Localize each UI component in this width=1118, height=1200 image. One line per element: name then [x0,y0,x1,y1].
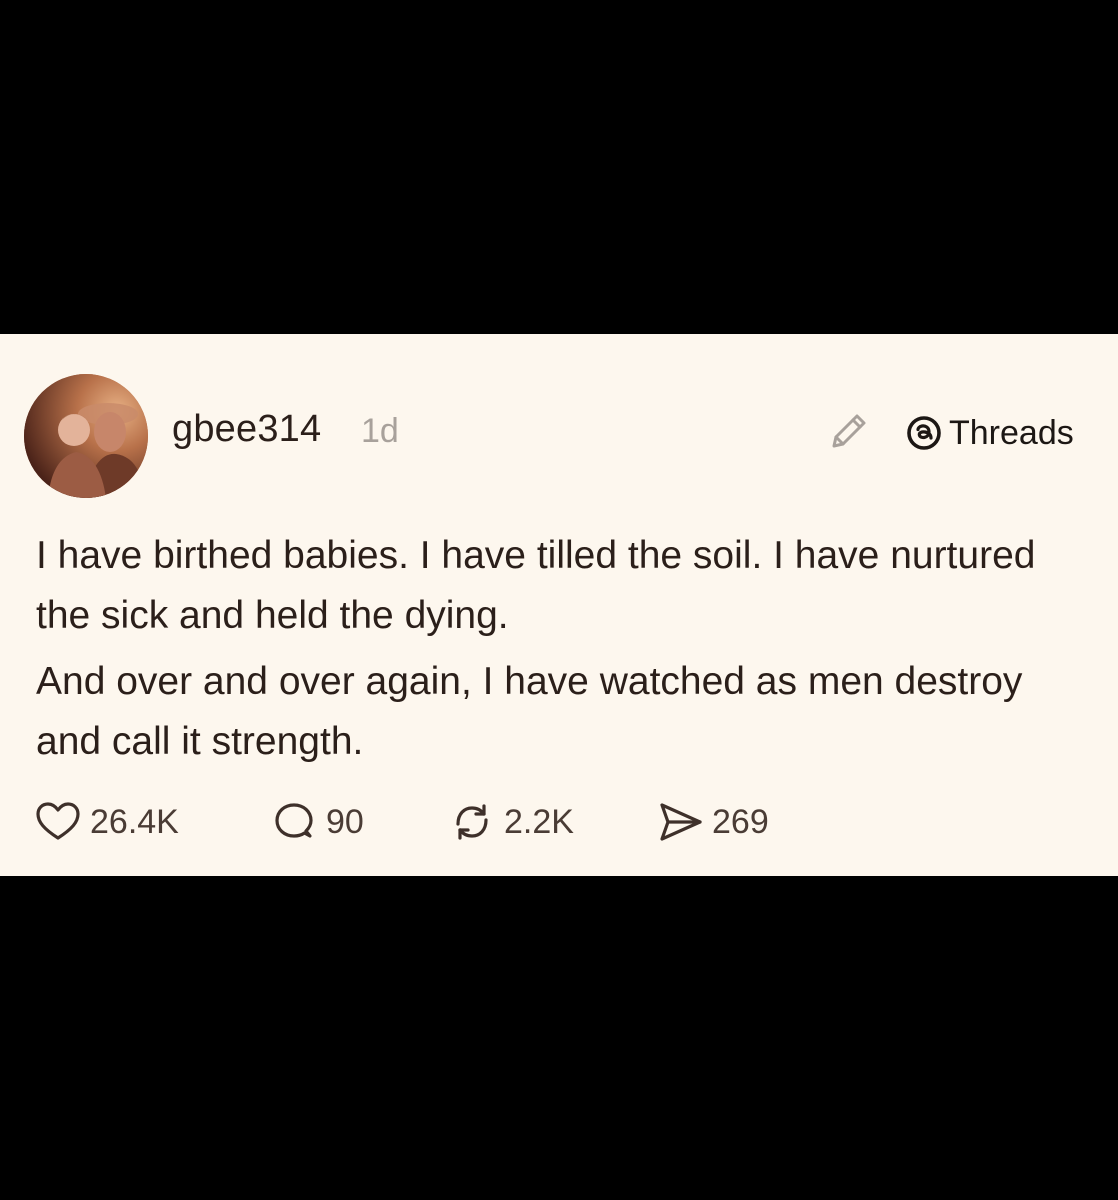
threads-post-card: gbee314 1d Threads I have birthed babies… [0,334,1118,876]
avatar-photo [24,374,148,498]
repost-icon [456,804,488,840]
post-paragraph: And over and over again, I have watched … [36,660,1023,763]
reply-count: 90 [326,802,364,841]
heart-icon [36,802,80,840]
like-button[interactable]: 26.4K [34,798,179,846]
screenshot-frame: gbee314 1d Threads I have birthed babies… [0,0,1118,1200]
like-count: 26.4K [90,802,179,841]
reply-button[interactable]: 90 [270,798,364,846]
comment-icon [275,803,313,838]
pencil-icon[interactable] [826,408,872,454]
post-timestamp: 1d [361,412,399,450]
send-icon [660,803,702,841]
username[interactable]: gbee314 [172,408,321,451]
threads-badge[interactable]: Threads [905,412,1074,454]
share-count: 269 [712,802,769,841]
share-button[interactable]: 269 [656,798,769,846]
post-paragraph: I have birthed babies. I have tilled the… [36,534,1036,637]
threads-label: Threads [949,413,1074,452]
threads-logo-icon [907,416,941,450]
post-text: I have birthed babies. I have tilled the… [36,526,1076,778]
repost-button[interactable]: 2.2K [448,798,574,846]
repost-count: 2.2K [504,802,574,841]
avatar[interactable] [24,374,148,498]
